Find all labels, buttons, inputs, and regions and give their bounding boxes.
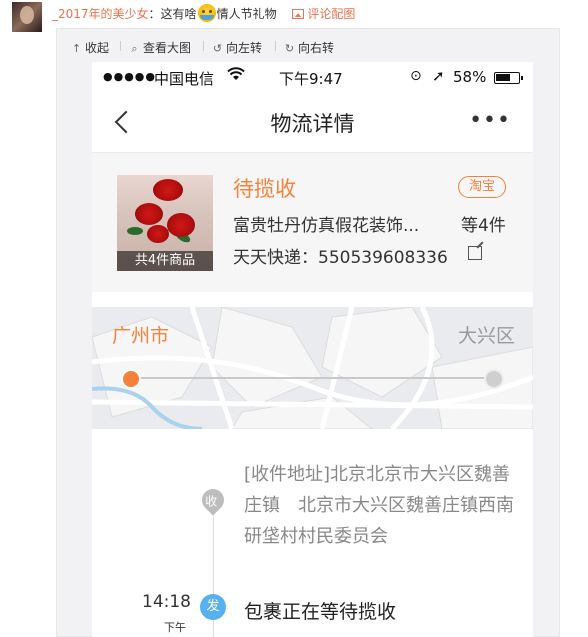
comment-body: ：这有啥 — [148, 7, 197, 21]
product-thumbnail[interactable]: 共4件商品 — [117, 175, 213, 271]
edit-icon[interactable] — [468, 246, 482, 260]
emoji-icon — [197, 4, 216, 22]
viewer-toolbar: ↑ 收起 ⌕ 查看大图 ↺ 向左转 ↻ 向右转 — [57, 29, 559, 61]
user-avatar[interactable] — [12, 2, 42, 32]
product-name: 富贵牡丹仿真假花装饰... — [233, 216, 420, 236]
route-line — [132, 377, 492, 379]
pic-comment-link[interactable]: 评论配图 — [292, 7, 355, 21]
pic-comment-label: 评论配图 — [307, 7, 356, 21]
location-icon: ➚ — [432, 67, 445, 85]
rotate-left-label: 向左转 — [226, 41, 263, 55]
flower-decoration — [153, 179, 183, 201]
battery-icon — [494, 72, 523, 84]
signal-icon: ●●●●● — [103, 70, 156, 83]
comment-text: _2017年的美少女：这有啥 情人节礼物 评论配图 — [52, 4, 355, 22]
collapse-label: 收起 — [85, 41, 110, 55]
status-time: 下午9:47 — [279, 70, 343, 88]
rotate-left-icon: ↺ — [212, 42, 223, 55]
address-pin-label: 收 — [205, 494, 218, 509]
phone-screenshot: ●●●●● 中国电信 下午9:47 ⊙ ➚ 58% 物流详情 ••• 共4件商品… — [92, 62, 533, 637]
item-count-label: 共4件商品 — [117, 251, 213, 271]
status-bar: ●●●●● 中国电信 下午9:47 ⊙ ➚ 58% — [92, 62, 533, 94]
comment-gift-text: 情人节礼物 — [216, 7, 277, 21]
delivery-address: [收件地址]北京北京市大兴区魏善庄镇 北京市大兴区魏善庄镇西南研垡村村民委员会 — [244, 464, 514, 547]
source-badge: 淘宝 — [458, 176, 506, 198]
flower-decoration — [135, 203, 163, 225]
event-period: 下午 — [164, 621, 186, 634]
view-large-button[interactable]: ⌕ 查看大图 — [129, 39, 191, 56]
origin-city: 广州市 — [112, 325, 170, 347]
arrow-up-icon: ↑ — [71, 42, 82, 55]
product-card[interactable]: 共4件商品 待揽收 淘宝 富贵牡丹仿真假花装饰... 等4件 天天快递：5505… — [92, 152, 533, 292]
comment-username[interactable]: _2017年的美少女 — [52, 7, 149, 21]
toolbar-divider — [275, 41, 276, 51]
toolbar-divider — [203, 41, 204, 51]
image-icon — [292, 9, 305, 19]
page-title: 物流详情 — [270, 112, 355, 136]
flower-decoration — [167, 213, 195, 237]
leaf-decoration — [127, 227, 143, 235]
battery-percent: 58% — [453, 68, 487, 86]
tracking-number: 天天快递：550539608336 — [233, 248, 448, 268]
collapse-button[interactable]: ↑ 收起 — [71, 39, 109, 56]
event-badge: 发 — [200, 594, 226, 620]
nav-bar: 物流详情 ••• — [92, 94, 533, 148]
product-count: 等4件 — [461, 216, 506, 236]
rotation-lock-icon: ⊙ — [410, 68, 422, 84]
origin-marker — [121, 369, 141, 389]
view-large-label: 查看大图 — [143, 41, 192, 55]
flower-decoration — [147, 225, 169, 243]
more-menu-button[interactable]: ••• — [469, 110, 511, 132]
rotate-right-button[interactable]: ↻ 向右转 — [284, 39, 334, 56]
rotate-right-icon: ↻ — [284, 42, 295, 55]
search-icon: ⌕ — [131, 42, 138, 55]
toolbar-divider — [120, 41, 121, 51]
address-pin-icon: 收 — [197, 484, 229, 516]
wifi-icon — [227, 66, 245, 85]
event-text: 包裹正在等待揽收 — [244, 601, 397, 623]
shipping-status: 待揽收 — [233, 177, 296, 201]
event-time: 14:18 — [142, 592, 191, 612]
rotate-right-label: 向右转 — [298, 41, 335, 55]
route-map[interactable]: 广州市 大兴区 — [92, 307, 533, 429]
rotate-left-button[interactable]: ↺ 向左转 — [212, 39, 262, 56]
destination-marker — [484, 369, 504, 389]
destination-city: 大兴区 — [457, 325, 515, 347]
tracking-timeline: 收 [收件地址]北京北京市大兴区魏善庄镇 北京市大兴区魏善庄镇西南研垡村村民委员… — [92, 429, 533, 637]
carrier-label: 中国电信 — [154, 70, 215, 88]
